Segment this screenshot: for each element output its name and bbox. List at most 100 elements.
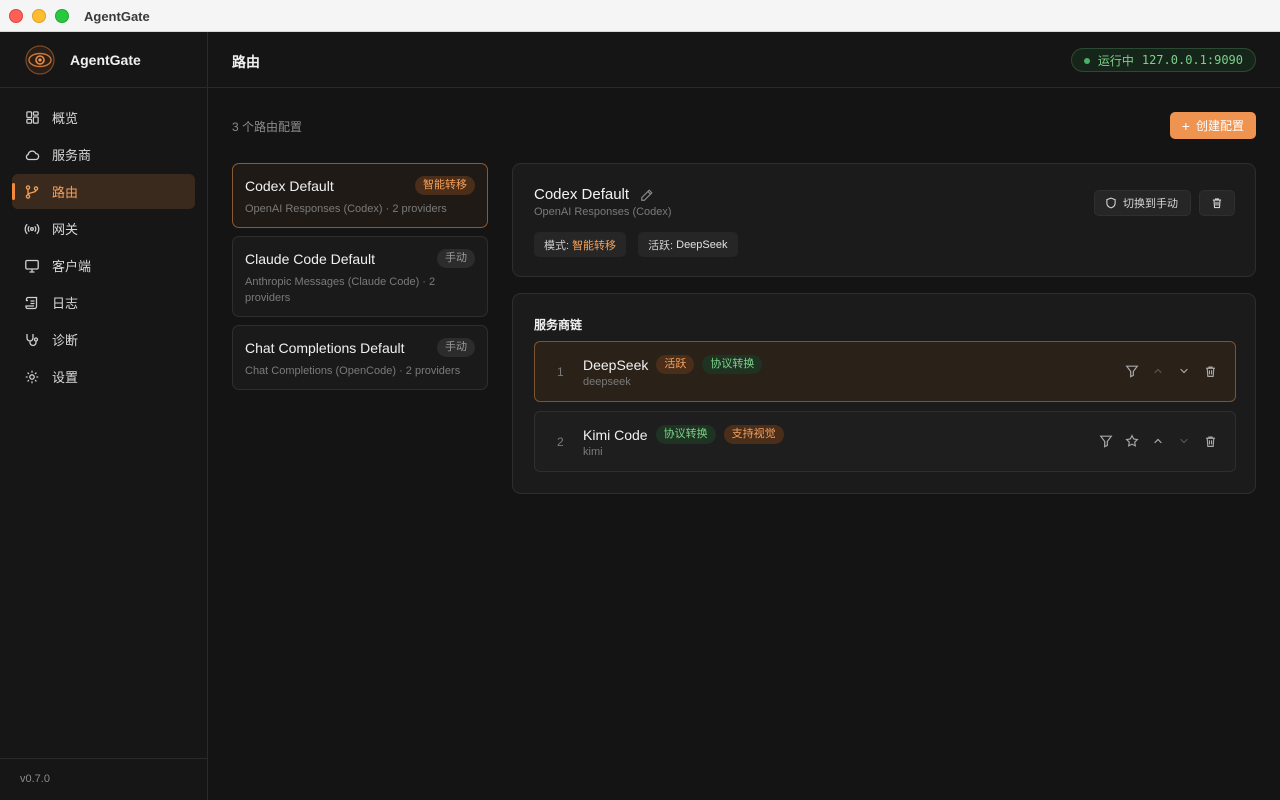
sidebar-nav: 概览 服务商 路由 网关 客户端 日志 诊断 设置 (12, 100, 195, 396)
detail-route-subtitle: OpenAI Responses (Codex) (534, 206, 672, 218)
detail-route-name: Codex Default (534, 186, 630, 203)
active-badge: 活跃 (656, 355, 695, 374)
trash-icon[interactable] (1201, 432, 1219, 450)
provider-actions (1115, 362, 1219, 380)
shield-icon (1106, 197, 1116, 209)
provider-chain-title: 服务商链 (534, 318, 583, 332)
protocol-convert-badge: 协议转换 (655, 425, 716, 444)
brand-name: AgentGate (70, 52, 141, 68)
provider-name-group: DeepSeek 活跃 协议转换 (583, 355, 763, 374)
star-icon[interactable] (1123, 432, 1141, 450)
route-detail-card: Codex Default OpenAI Responses (Codex) 切… (512, 163, 1256, 277)
sidebar-footer: v0.7.0 (0, 758, 207, 800)
route-count-text: 3 个路由配置 (232, 120, 303, 134)
route-subtitle: Chat Completions (OpenCode) · 2 provider… (245, 365, 461, 377)
detail-tags: 模式: 智能转移 活跃: DeepSeek (534, 232, 750, 257)
sidebar-item-clients[interactable]: 客户端 (12, 248, 195, 283)
route-subtitle: OpenAI Responses (Codex) · 2 providers (245, 203, 447, 215)
window-title: AgentGate (84, 9, 150, 24)
filter-icon[interactable] (1097, 432, 1115, 450)
delete-route-button[interactable] (1199, 190, 1235, 216)
provider-index: 1 (557, 365, 564, 379)
route-mode-badge: 智能转移 (415, 176, 475, 195)
route-card-chat-completions-default[interactable]: Chat Completions Default 手动 Chat Complet… (232, 325, 488, 390)
filter-icon[interactable] (1123, 362, 1141, 380)
provider-index: 2 (557, 435, 564, 449)
trash-icon[interactable] (1201, 362, 1219, 380)
sidebar-item-label: 日志 (52, 296, 79, 311)
page-title: 路由 (232, 54, 260, 70)
monitor-icon (24, 258, 40, 274)
provider-name-group: Kimi Code 协议转换 支持视觉 (583, 425, 784, 444)
provider-row-deepseek[interactable]: 1 DeepSeek 活跃 协议转换 deepseek (534, 341, 1236, 402)
mode-tag: 模式: 智能转移 (534, 232, 627, 257)
move-up-icon[interactable] (1149, 432, 1167, 450)
move-down-icon[interactable] (1175, 362, 1193, 380)
create-config-button[interactable]: + 创建配置 (1169, 112, 1256, 139)
move-down-icon[interactable] (1175, 432, 1193, 450)
window-titlebar: AgentGate (0, 0, 1280, 32)
provider-name: DeepSeek (583, 356, 649, 373)
cloud-icon (24, 147, 40, 163)
route-list: Codex Default 智能转移 OpenAI Responses (Cod… (232, 163, 488, 398)
trash-icon (1212, 198, 1222, 209)
status-dot-icon (1083, 58, 1090, 64)
provider-id: kimi (583, 446, 603, 458)
sidebar: AgentGate 概览 服务商 路由 网关 客户端 日志 诊断 设置 v0.7… (0, 32, 208, 800)
provider-row-kimi-code[interactable]: 2 Kimi Code 协议转换 支持视觉 kimi (534, 411, 1236, 472)
mode-tag-value: 智能转移 (572, 239, 617, 252)
provider-actions (1089, 432, 1219, 450)
server-status-badge: 运行中 127.0.0.1:9090 (1070, 48, 1256, 72)
vision-support-badge: 支持视觉 (723, 425, 784, 444)
move-up-icon[interactable] (1149, 362, 1167, 380)
sidebar-item-overview[interactable]: 概览 (12, 100, 195, 135)
scroll-icon (24, 295, 40, 311)
sidebar-item-providers[interactable]: 服务商 (12, 137, 195, 172)
route-card-claude-code-default[interactable]: Claude Code Default 手动 Anthropic Message… (232, 236, 488, 317)
provider-name: Kimi Code (583, 426, 648, 443)
server-address: 127.0.0.1:9090 (1141, 53, 1243, 67)
mode-tag-label: 模式: (544, 239, 570, 252)
sidebar-item-label: 路由 (52, 185, 79, 200)
close-window-button[interactable] (9, 9, 23, 23)
active-provider-tag: 活跃: DeepSeek (638, 232, 738, 257)
sidebar-item-logs[interactable]: 日志 (12, 285, 195, 320)
sidebar-item-label: 诊断 (52, 333, 79, 348)
protocol-convert-badge: 协议转换 (702, 355, 763, 374)
route-mode-badge: 手动 (437, 249, 475, 268)
plus-icon: + (1181, 117, 1190, 134)
active-tag-value: DeepSeek (676, 238, 728, 251)
zoom-window-button[interactable] (55, 9, 69, 23)
gear-icon (24, 369, 40, 385)
pencil-icon[interactable] (640, 188, 654, 202)
app-version: v0.7.0 (20, 773, 50, 785)
sidebar-item-label: 客户端 (52, 259, 92, 274)
broadcast-icon (24, 221, 40, 237)
minimize-window-button[interactable] (32, 9, 46, 23)
sidebar-item-diagnostics[interactable]: 诊断 (12, 322, 195, 357)
route-card-codex-default[interactable]: Codex Default 智能转移 OpenAI Responses (Cod… (232, 163, 488, 228)
brand: AgentGate (0, 32, 207, 88)
switch-to-manual-button[interactable]: 切换到手动 (1094, 190, 1191, 216)
sidebar-item-label: 网关 (52, 222, 79, 237)
route-icon (24, 184, 40, 200)
provider-id: deepseek (583, 376, 631, 388)
active-tag-label: 活跃: (648, 239, 674, 252)
sidebar-item-gateway[interactable]: 网关 (12, 211, 195, 246)
dashboard-icon (24, 110, 40, 126)
create-config-label: 创建配置 (1195, 119, 1244, 133)
agentgate-logo-icon (25, 45, 55, 75)
status-label: 运行中 (1097, 53, 1134, 68)
sidebar-item-settings[interactable]: 设置 (12, 359, 195, 394)
sidebar-item-routes[interactable]: 路由 (12, 174, 195, 209)
route-mode-badge: 手动 (437, 338, 475, 357)
stethoscope-icon (24, 332, 40, 348)
sidebar-item-label: 服务商 (52, 148, 92, 163)
switch-to-manual-label: 切换到手动 (1123, 198, 1178, 210)
page-header: 路由 运行中 127.0.0.1:9090 (208, 32, 1280, 88)
route-subtitle: Anthropic Messages (Claude Code) · 2 pro… (245, 276, 436, 304)
provider-chain-card: 服务商链 1 DeepSeek 活跃 协议转换 deepseek 2 Kimi … (512, 293, 1256, 494)
sidebar-item-label: 概览 (52, 111, 79, 126)
main-content: 3 个路由配置 + 创建配置 Codex Default 智能转移 OpenAI… (208, 88, 1280, 800)
sidebar-item-label: 设置 (52, 370, 79, 385)
